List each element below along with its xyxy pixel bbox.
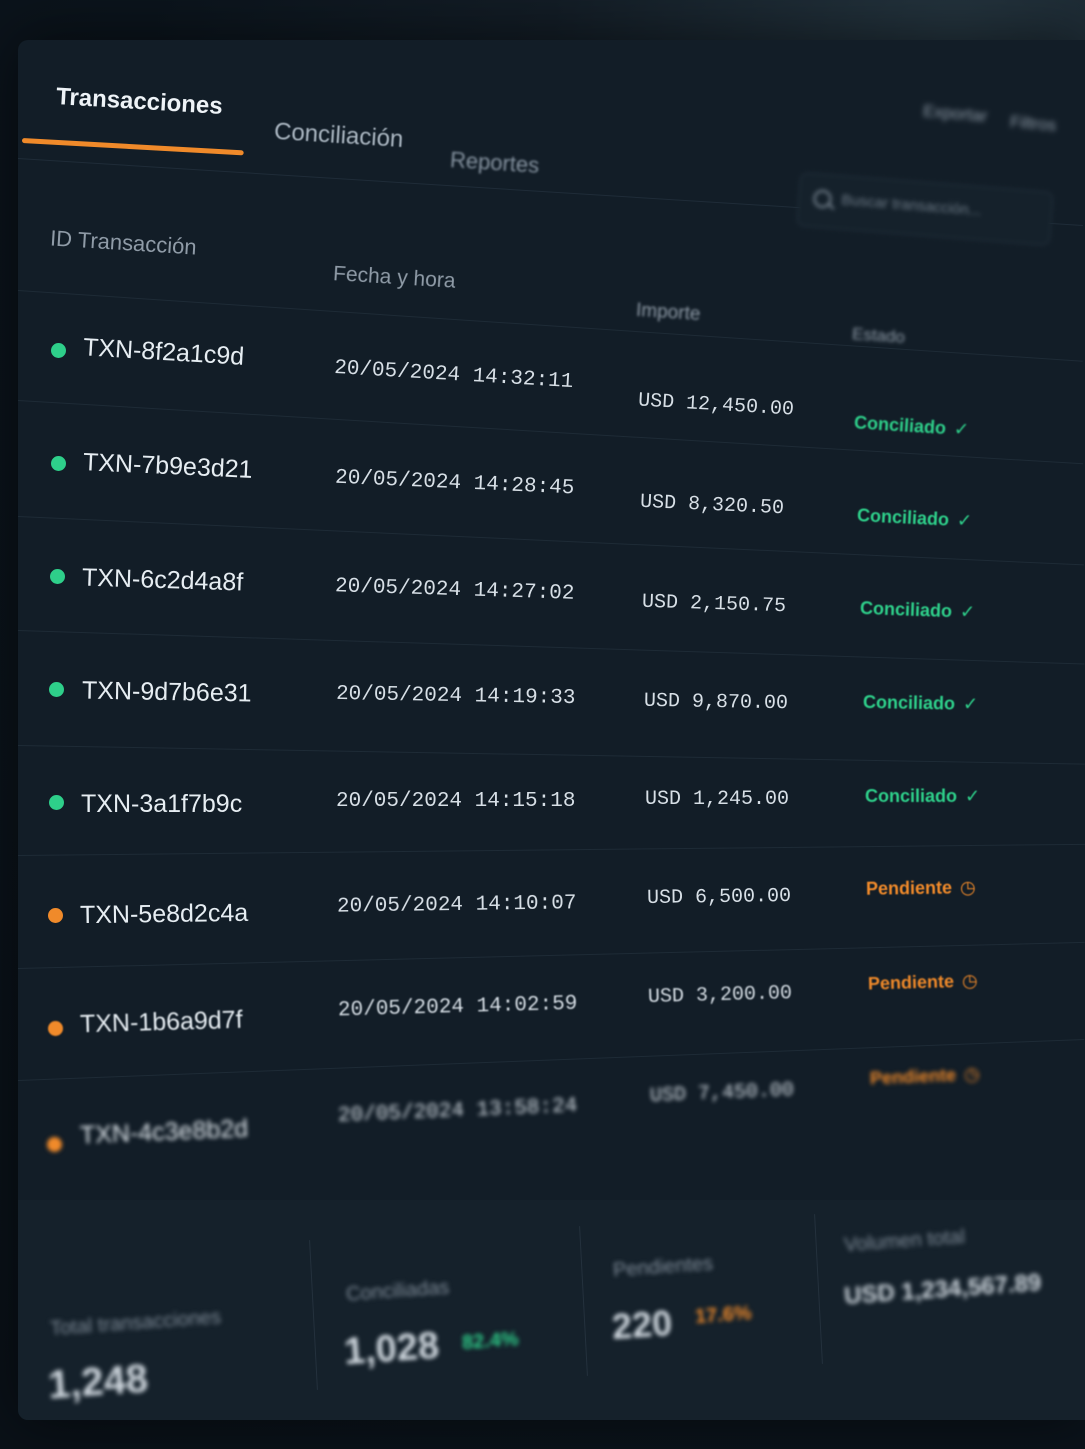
- volume-label: Volumen total: [843, 1225, 966, 1257]
- header-status: Estado: [851, 324, 906, 347]
- transaction-datetime: 20/05/2024 13:58:24: [337, 1094, 578, 1129]
- reconciled-percent: 82.4%: [461, 1328, 520, 1354]
- transaction-id: TXN-9d7b6e31: [81, 676, 252, 708]
- transaction-id: TXN-4c3e8b2d: [79, 1114, 249, 1150]
- clock-icon: ◷: [959, 877, 976, 898]
- status-dot: [49, 682, 64, 697]
- pending-label: Pendientes: [612, 1252, 714, 1282]
- filters-button[interactable]: Filtros: [1009, 112, 1057, 136]
- transaction-datetime: 20/05/2024 14:15:18: [336, 790, 576, 813]
- search-input[interactable]: [838, 190, 1044, 226]
- status-badge: Pendiente ◷: [865, 877, 976, 899]
- status-badge: Conciliado ✓: [862, 691, 979, 715]
- status-dot: [50, 569, 65, 584]
- transactions-panel: Transacciones Conciliación Reportes Expo…: [18, 40, 1085, 1420]
- search-icon: [812, 189, 833, 209]
- table-row[interactable]: TXN-4c3e8b2d 20/05/2024 13:58:24 USD 7,4…: [18, 40, 1085, 1152]
- status-badge: Conciliado ✓: [859, 597, 976, 623]
- transaction-id: TXN-7b9e3d21: [82, 448, 254, 484]
- clock-icon: ◷: [961, 970, 978, 991]
- transaction-amount: USD 6,500.00: [646, 884, 792, 911]
- transaction-amount: USD 12,450.00: [637, 389, 795, 422]
- active-tab-indicator: [21, 138, 244, 156]
- row-divider: [18, 843, 1085, 856]
- status-dot: [51, 456, 66, 471]
- transaction-datetime: 20/05/2024 14:27:02: [334, 575, 575, 606]
- summary-bar: Total transacciones 1,248 Conciliadas 1,…: [18, 1200, 1085, 1420]
- check-icon: ✓: [962, 693, 979, 715]
- transaction-id: TXN-8f2a1c9d: [82, 333, 245, 371]
- transaction-datetime: 20/05/2024 14:32:11: [333, 356, 574, 395]
- header-id: ID Transacción: [49, 225, 198, 260]
- summary-divider: [814, 1214, 823, 1364]
- transaction-datetime: 20/05/2024 14:28:45: [334, 466, 575, 501]
- status-badge: Conciliado ✓: [856, 505, 973, 531]
- status-badge: Conciliado ✓: [865, 786, 981, 806]
- reconciled-label: Conciliadas: [345, 1276, 450, 1306]
- status-dot: [48, 908, 63, 923]
- transaction-id: TXN-1b6a9d7f: [79, 1005, 243, 1039]
- status-badge: Pendiente ◷: [867, 970, 978, 994]
- check-icon: ✓: [953, 418, 970, 440]
- pending-percent: 17.6%: [694, 1302, 753, 1328]
- status-badge: Pendiente ◷: [869, 1063, 981, 1089]
- status-dot: [51, 343, 66, 358]
- total-label: Total transacciones: [49, 1306, 222, 1340]
- header-amount: Importe: [635, 299, 702, 326]
- volume-value: USD 1,234,567.89: [843, 1269, 1043, 1310]
- transaction-amount: USD 9,870.00: [643, 689, 789, 716]
- status-dot: [48, 1021, 63, 1036]
- check-icon: ✓: [965, 786, 981, 806]
- status-badge: Conciliado ✓: [853, 412, 970, 440]
- total-value: 1,248: [46, 1356, 150, 1408]
- transaction-datetime: 20/05/2024 14:19:33: [335, 682, 576, 711]
- tab-transacciones[interactable]: Transacciones: [55, 83, 223, 121]
- row-divider: [18, 745, 1085, 765]
- transaction-id: TXN-5e8d2c4a: [79, 898, 249, 930]
- export-button[interactable]: Exportar: [922, 101, 988, 127]
- search-box[interactable]: [796, 172, 1054, 246]
- summary-divider: [579, 1226, 588, 1376]
- row-divider: [18, 941, 1085, 969]
- transaction-amount: USD 1,245.00: [645, 788, 790, 811]
- header-datetime: Fecha y hora: [332, 262, 457, 293]
- transaction-datetime: 20/05/2024 14:02:59: [337, 992, 578, 1023]
- clock-icon: ◷: [963, 1063, 981, 1085]
- transaction-amount: USD 3,200.00: [647, 981, 793, 1010]
- transaction-datetime: 20/05/2024 14:10:07: [336, 892, 577, 919]
- transaction-id: TXN-6c2d4a8f: [81, 563, 244, 597]
- tab-reportes[interactable]: Reportes: [449, 147, 540, 179]
- tab-bar: Transacciones Conciliación Reportes Expo…: [18, 40, 1085, 178]
- check-icon: ✓: [956, 510, 973, 531]
- pending-value: 220: [610, 1301, 674, 1348]
- transaction-id: TXN-3a1f7b9c: [81, 790, 243, 818]
- transaction-amount: USD 8,320.50: [639, 490, 785, 521]
- transaction-amount: USD 7,450.00: [649, 1078, 795, 1109]
- tab-conciliacion[interactable]: Conciliación: [273, 118, 404, 154]
- row-divider: [18, 630, 1085, 665]
- summary-divider: [309, 1240, 318, 1390]
- status-dot: [47, 1137, 62, 1152]
- reconciled-value: 1,028: [342, 1324, 441, 1374]
- check-icon: ✓: [959, 601, 976, 623]
- status-dot: [49, 795, 64, 810]
- transaction-amount: USD 2,150.75: [641, 590, 787, 619]
